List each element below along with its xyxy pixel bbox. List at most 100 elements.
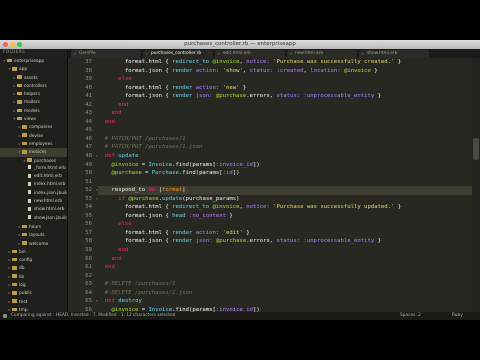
code-line[interactable]: end bbox=[98, 263, 472, 272]
sidebar-item-config[interactable]: ▸ config bbox=[0, 256, 67, 264]
code-line[interactable]: format.json { head :no_content } bbox=[98, 212, 472, 221]
code-line[interactable]: # PATCH/PUT /purchases/1.json bbox=[98, 143, 472, 152]
code-token: } bbox=[374, 238, 381, 245]
sidebar-item-mailers[interactable]: ▸ mailers bbox=[0, 98, 67, 106]
folder-icon bbox=[22, 141, 27, 146]
minimap-viewport[interactable] bbox=[473, 138, 479, 160]
sidebar-item-label: layouts bbox=[29, 233, 45, 239]
code-token: end bbox=[118, 101, 129, 108]
code-line[interactable] bbox=[98, 126, 472, 135]
code-token: action: bbox=[195, 229, 220, 236]
sidebar-item-bin[interactable]: ▸ bin bbox=[0, 248, 67, 256]
code-line[interactable]: # DELETE /purchases/1.json bbox=[98, 289, 472, 298]
code-line[interactable]: end bbox=[98, 109, 472, 118]
close-tab-icon[interactable]: × bbox=[145, 50, 148, 58]
sidebar-item-controllers[interactable]: ▸ controllers bbox=[0, 82, 67, 90]
sidebar-item-views[interactable]: ▾ views bbox=[0, 115, 67, 123]
sidebar-item--form-html-erb[interactable]: _form.html.erb bbox=[0, 165, 67, 173]
line-number: 51 bbox=[85, 178, 92, 185]
sidebar-item-show-json-jbuilder[interactable]: show.json.jbuilder bbox=[0, 215, 67, 223]
code-line[interactable] bbox=[98, 178, 472, 187]
code-token: notice: bbox=[246, 204, 270, 211]
code-line[interactable]: # DELETE /purchases/1 bbox=[98, 280, 472, 289]
line-number: 43 bbox=[85, 110, 92, 117]
tab-purchases-controller-rb[interactable]: × purchases_controller.rb bbox=[143, 50, 213, 58]
code-line[interactable]: end bbox=[98, 255, 472, 264]
close-tab-icon[interactable]: × bbox=[289, 50, 292, 58]
code-token: end bbox=[111, 255, 122, 262]
tab-gemfile[interactable]: × Gemfile bbox=[71, 50, 141, 58]
code-line[interactable]: @purchase = Purchase.find(params[:id]) bbox=[98, 169, 472, 178]
indentation-setting[interactable]: Spaces: 2 bbox=[400, 312, 421, 320]
sidebar-item-index-json-jbuilder[interactable]: index.json.jbuilder bbox=[0, 190, 67, 198]
sidebar-item-db[interactable]: ▸ db bbox=[0, 264, 67, 272]
code-line[interactable]: # PATCH/PUT /purchases/1 bbox=[98, 135, 472, 144]
close-tab-icon[interactable]: × bbox=[361, 50, 364, 58]
sidebar-item-employees[interactable]: ▸ employees bbox=[0, 140, 67, 148]
close-tab-icon[interactable]: × bbox=[73, 50, 76, 58]
panel-toggle-icon[interactable] bbox=[3, 314, 7, 318]
sidebar-item-index-html-erb[interactable]: index.html.erb bbox=[0, 181, 67, 189]
sidebar-item-hours[interactable]: ▸ hours bbox=[0, 223, 67, 231]
sidebar-item-enterpriseapp[interactable]: ▾ enterpriseapp bbox=[0, 57, 67, 65]
code-line[interactable]: else bbox=[98, 220, 472, 229]
sidebar-item-layouts[interactable]: ▸ layouts bbox=[0, 231, 67, 239]
code-editor[interactable]: 3738394041424344454647484950515253545556… bbox=[68, 58, 472, 312]
tab-edit-html-erb[interactable]: × edit.html.erb bbox=[215, 50, 285, 58]
code-line[interactable]: else bbox=[98, 75, 472, 84]
sidebar-item-devise[interactable]: ▸ devise bbox=[0, 132, 67, 140]
code-token: @invoice bbox=[212, 204, 240, 211]
code-line[interactable]: format.html { render action: 'new' } bbox=[98, 84, 472, 93]
code-line[interactable]: def update bbox=[98, 152, 472, 161]
sidebar-item-edit-html-erb[interactable]: edit.html.erb bbox=[0, 173, 67, 181]
code-token: :id bbox=[222, 170, 233, 177]
sidebar-item-test[interactable]: ▸ test bbox=[0, 298, 67, 306]
code-token: format.json { bbox=[98, 93, 173, 100]
code-line[interactable]: format.json { render json: @purchase.err… bbox=[98, 92, 472, 101]
code-area[interactable]: format.html { redirect_to @invoice, noti… bbox=[98, 58, 472, 312]
tab-show-html-erb[interactable]: × show.html.erb bbox=[359, 50, 429, 58]
sidebar-item-invoices[interactable]: ▾ invoices bbox=[0, 148, 67, 157]
code-token: format.html { bbox=[98, 229, 173, 236]
sidebar-item-welcome[interactable]: ▸ welcome bbox=[0, 240, 67, 248]
folder-icon bbox=[12, 291, 17, 295]
sidebar-item-public[interactable]: ▸ public bbox=[0, 289, 67, 297]
sidebar-item-models[interactable]: ▸ models bbox=[0, 107, 67, 115]
code-line[interactable]: def destroy bbox=[98, 297, 472, 306]
syntax-setting[interactable]: Ruby bbox=[452, 312, 463, 320]
code-token: format.json { bbox=[98, 212, 173, 219]
sidebar-item-new-html-erb[interactable]: new.html.erb bbox=[0, 198, 67, 206]
line-number: 49 bbox=[85, 161, 92, 168]
code-line[interactable]: format.html { redirect_to @invoice, noti… bbox=[98, 58, 472, 67]
code-line[interactable]: respond_to do |format| bbox=[98, 186, 472, 195]
code-line[interactable]: format.html { render action: 'edit' } bbox=[98, 229, 472, 238]
code-token: :no_content bbox=[188, 212, 226, 219]
minimap[interactable] bbox=[472, 58, 480, 312]
sidebar-item-show-html-erb[interactable]: show.html.erb bbox=[0, 206, 67, 214]
sidebar-item-purchases[interactable]: ▾ purchases bbox=[0, 157, 67, 165]
sidebar-item-log[interactable]: ▸ log bbox=[0, 281, 67, 289]
code-line[interactable]: if @purchase.update(purchase_params) bbox=[98, 195, 472, 204]
sidebar-item-label: show.json.jbuilder bbox=[34, 215, 68, 221]
sidebar-item-companies[interactable]: ▸ companies bbox=[0, 123, 67, 131]
code-line[interactable]: format.json { render json: @purchase.err… bbox=[98, 237, 472, 246]
sidebar-item-app[interactable]: ▾ app bbox=[0, 65, 67, 73]
code-line[interactable]: end bbox=[98, 246, 472, 255]
code-line[interactable] bbox=[98, 272, 472, 281]
sidebar-item-label: test bbox=[19, 299, 28, 305]
code-line[interactable]: @invoice = Invoice.find(params[:invoice_… bbox=[98, 161, 472, 170]
code-token: 'Purchase was successfully updated.' bbox=[273, 204, 395, 211]
code-token: :created bbox=[276, 67, 304, 74]
tab-new-html-erb[interactable]: × new.html.erb bbox=[287, 50, 357, 58]
code-line[interactable]: end bbox=[98, 101, 472, 110]
close-tab-icon[interactable]: × bbox=[217, 50, 220, 58]
sidebar-item-helpers[interactable]: ▸ helpers bbox=[0, 90, 67, 98]
code-line[interactable]: format.json { render action: 'show', sta… bbox=[98, 67, 472, 76]
sidebar-item-assets[interactable]: ▸ assets bbox=[0, 74, 67, 82]
code-line[interactable]: end bbox=[98, 118, 472, 127]
code-line[interactable]: format.html { redirect_to @invoice, noti… bbox=[98, 203, 472, 212]
sidebar-item-lib[interactable]: ▸ lib bbox=[0, 273, 67, 281]
